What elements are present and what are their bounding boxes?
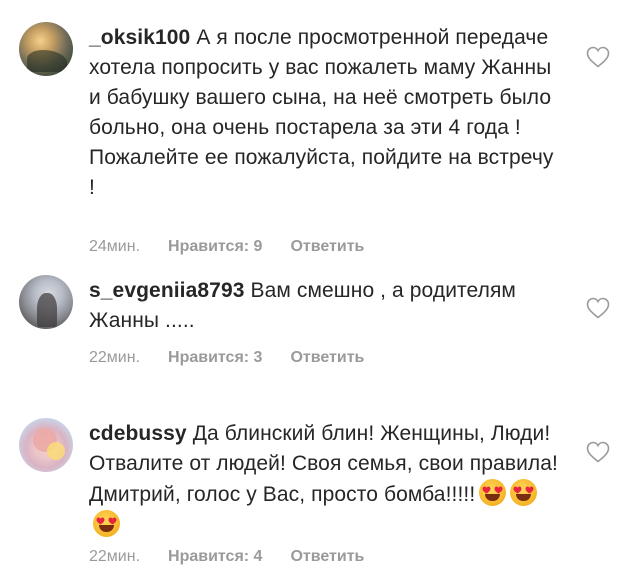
- heart-eyes-emoji-icon: [479, 479, 507, 506]
- heart-icon[interactable]: [586, 297, 610, 319]
- heart-eyes-emoji-icon: [93, 510, 120, 537]
- reply-button[interactable]: Ответить: [290, 238, 364, 256]
- comment-body: А я после просмотренной передаче хотела …: [89, 26, 554, 199]
- comment-username[interactable]: s_evgeniia8793: [89, 279, 245, 302]
- comment-meta: 24мин. Нравится: 9 Ответить: [89, 238, 392, 256]
- comment-time: 22мин.: [89, 548, 141, 565]
- comment-username[interactable]: _oksik100: [89, 26, 190, 49]
- comment-text: cdebussy Да блинский блин! Женщины, Люди!…: [89, 419, 559, 541]
- avatar[interactable]: [19, 418, 73, 472]
- comment-meta: 22мин. Нравится: 3 Ответить: [89, 349, 392, 367]
- avatar[interactable]: [19, 275, 73, 329]
- comment-text: _oksik100 А я после просмотренной передач…: [89, 23, 559, 203]
- reply-button[interactable]: Ответить: [290, 349, 364, 367]
- likes-count-button[interactable]: Нравится: 3: [168, 349, 262, 367]
- likes-count-button[interactable]: Нравится: 9: [168, 238, 262, 256]
- comment-meta: 22мин. Нравится: 4 Ответить: [89, 548, 392, 566]
- avatar[interactable]: [19, 22, 73, 76]
- comment-username[interactable]: cdebussy: [89, 422, 187, 445]
- heart-eyes-emoji-icon: [510, 479, 538, 506]
- heart-icon[interactable]: [586, 441, 610, 463]
- comment-time: 22мин.: [89, 349, 141, 366]
- comment-text: s_evgeniia8793 Вам смешно , а родителям Ж…: [89, 276, 559, 336]
- reply-button[interactable]: Ответить: [290, 548, 364, 566]
- heart-icon[interactable]: [586, 46, 610, 68]
- comment-time: 24мин.: [89, 238, 141, 255]
- likes-count-button[interactable]: Нравится: 4: [168, 548, 262, 566]
